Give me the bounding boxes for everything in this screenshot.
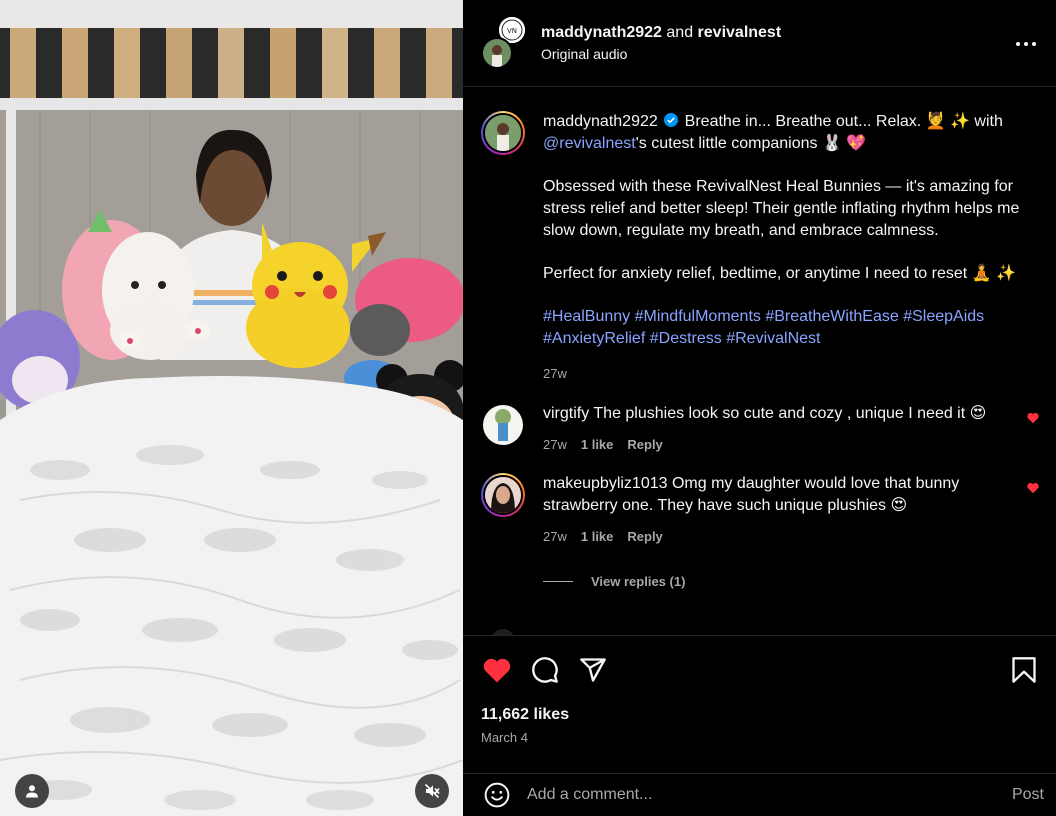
bookmark-icon: [1012, 657, 1036, 683]
comment-username[interactable]: virgtify: [543, 405, 589, 422]
post-authors: maddynath2922 and revivalnest: [541, 24, 781, 42]
heart-icon[interactable]: [1026, 481, 1040, 495]
hashtag[interactable]: #AnxietyRelief: [543, 330, 645, 347]
next-comment-peek: [492, 629, 514, 635]
caption-mention[interactable]: @revivalnest: [543, 135, 636, 152]
heart-icon[interactable]: [1026, 411, 1040, 425]
share-button[interactable]: [577, 654, 609, 686]
post-header: VN maddynath2922 and revivalnest Origina…: [463, 0, 1056, 87]
authors-joiner: and: [666, 24, 694, 41]
caption-avatar[interactable]: [481, 111, 525, 155]
reply-button[interactable]: Reply: [627, 529, 662, 544]
hashtag[interactable]: #MindfulMoments: [635, 308, 761, 325]
comments-scroll-area[interactable]: maddynath2922 Breathe in... Breathe out.…: [463, 87, 1056, 635]
post-caption: maddynath2922 Breathe in... Breathe out.…: [481, 111, 1040, 381]
caption-hashtags: #HealBunny #MindfulMoments #BreatheWithE…: [543, 306, 1040, 350]
post-details-panel: VN maddynath2922 and revivalnest Origina…: [463, 0, 1056, 816]
comment-timestamp[interactable]: 27w: [543, 529, 567, 544]
like-button[interactable]: [481, 654, 513, 686]
more-options-icon[interactable]: [1012, 34, 1040, 54]
heart-icon: [483, 658, 511, 683]
hashtag[interactable]: #Destress: [650, 330, 722, 347]
post-actions: 11,662 likes March 4: [463, 635, 1056, 773]
save-button[interactable]: [1008, 654, 1040, 686]
verified-badge-icon: [664, 113, 679, 127]
mute-toggle-button[interactable]: [415, 774, 449, 808]
caption-paragraph-2: Obsessed with these RevivalNest Heal Bun…: [543, 178, 1020, 239]
post-viewer: VN maddynath2922 and revivalnest Origina…: [0, 0, 1056, 816]
comment-item: makeupbyliz1013 Omg my daughter would lo…: [481, 473, 1040, 544]
view-replies-button[interactable]: View replies (1): [543, 574, 1040, 589]
comment-icon: [532, 657, 558, 683]
collaborator-username[interactable]: revivalnest: [698, 24, 782, 41]
user-tag-icon: [26, 785, 38, 798]
comment-username[interactable]: makeupbyliz1013: [543, 475, 668, 492]
caption-paragraph-3: Perfect for anxiety relief, bedtime, or …: [543, 265, 1016, 282]
emoji-icon: [484, 782, 510, 808]
author-username[interactable]: maddynath2922: [541, 24, 662, 41]
post-media[interactable]: [0, 0, 463, 816]
emoji-picker-button[interactable]: [481, 779, 513, 811]
comment-text: The plushies look so cute and cozy , uni…: [593, 405, 987, 422]
hashtag[interactable]: #BreatheWithEase: [765, 308, 898, 325]
collab-avatars[interactable]: VN: [481, 15, 527, 69]
add-comment-bar: Post: [463, 773, 1056, 816]
post-comment-button[interactable]: Post: [1012, 786, 1044, 804]
comment-timestamp[interactable]: 27w: [543, 437, 567, 452]
comment-input[interactable]: [527, 786, 1012, 804]
post-date[interactable]: March 4: [481, 730, 1040, 745]
hashtag[interactable]: #SleepAids: [903, 308, 984, 325]
commenter-avatar[interactable]: [481, 403, 525, 447]
user-tag-button[interactable]: [15, 774, 49, 808]
caption-username[interactable]: maddynath2922: [543, 113, 658, 130]
view-replies-divider: [543, 581, 573, 582]
reply-button[interactable]: Reply: [627, 437, 662, 452]
audio-label[interactable]: Original audio: [541, 46, 781, 62]
likes-count[interactable]: 11,662 likes: [481, 706, 1040, 724]
hashtag[interactable]: #HealBunny: [543, 308, 630, 325]
comment-button[interactable]: [529, 654, 561, 686]
share-icon: [580, 658, 606, 682]
view-replies-label: View replies (1): [591, 574, 686, 589]
comment-likes[interactable]: 1 like: [581, 437, 614, 452]
hashtag[interactable]: #RevivalNest: [726, 330, 820, 347]
comment-likes[interactable]: 1 like: [581, 529, 614, 544]
muted-audio-icon: [424, 783, 440, 799]
caption-line1-tail: 's cutest little companions 🐰 💖: [635, 135, 867, 152]
comment-item: virgtify The plushies look so cute and c…: [481, 403, 1040, 452]
collab-badge-text: VN: [507, 27, 517, 35]
caption-timestamp[interactable]: 27w: [543, 366, 567, 381]
caption-line1: Breathe in... Breathe out... Relax. 💆 ✨ …: [684, 113, 1003, 130]
commenter-avatar[interactable]: [481, 473, 525, 517]
author-avatar[interactable]: [481, 37, 513, 69]
post-video-frame[interactable]: [0, 0, 463, 816]
